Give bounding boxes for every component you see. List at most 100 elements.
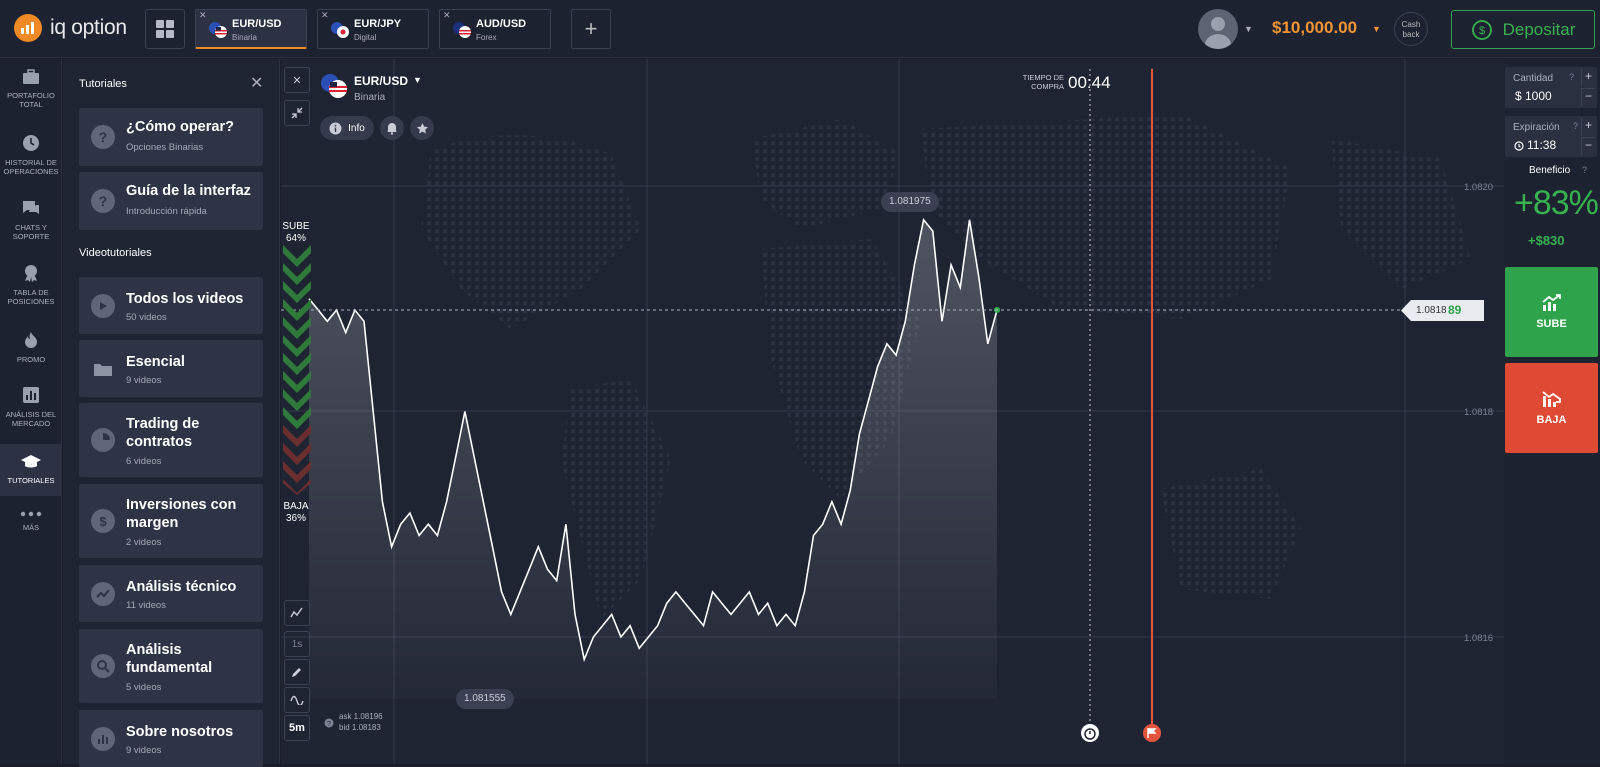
sentiment-bar [283,245,311,495]
balance-chevron-down-icon[interactable]: ▼ [1372,24,1381,34]
avatar-chevron-down-icon[interactable]: ▼ [1244,24,1253,34]
deposit-button[interactable]: $ Depositar [1451,10,1595,49]
bell-icon [387,122,397,135]
close-icon[interactable]: ✕ [250,73,263,93]
sentiment-down: BAJA 36% [281,501,311,525]
question-icon[interactable]: ? [324,718,334,728]
eu-jp-flag-icon [331,22,349,38]
tutorial-card-how-to-trade[interactable]: ? ¿Cómo operar? Opciones Binarias [79,108,263,166]
ask-price: ask 1.08196 [339,712,383,721]
card-title: Todos los videos [126,291,244,307]
collapse-chart-button[interactable] [284,100,310,126]
buy-down-label: BAJA [1536,414,1567,426]
logo[interactable]: iq option [14,14,127,42]
add-tab-button[interactable]: + [571,9,611,49]
asset-tab-audusd[interactable]: ✕ AUD/USD Forex [439,9,551,49]
nav-chat-support[interactable]: CHATS Y SOPORTE [0,199,62,254]
tutorial-card-margin-investments[interactable]: $ Inversiones con margen 2 videos [79,484,263,558]
close-tab-icon[interactable]: ✕ [443,10,451,21]
card-subtitle: 9 videos [126,745,162,756]
tutorial-card-about-us[interactable]: Sobre nosotros 9 videos [79,710,263,767]
nav-tutorials[interactable]: TUTORIALES [0,444,62,496]
nav-market-analysis[interactable]: ANÁLISIS DEL MERCADO [0,386,62,441]
plus-icon: + [584,16,598,41]
all-assets-grid-button[interactable] [145,9,185,49]
drawing-tools-button[interactable] [284,659,310,685]
asset-tab-eurjpy[interactable]: ✕ EUR/JPY Digital [317,9,429,49]
asset-type: Binaria [354,92,386,103]
decrease-amount-button[interactable]: − [1581,88,1595,106]
eu-us-flag-icon [321,74,347,98]
tutorial-card-all-videos[interactable]: Todos los videos 50 videos [79,277,263,334]
nav-promo[interactable]: PROMO [0,331,62,371]
nav-more[interactable]: MÁS [0,511,62,551]
tutorial-card-contract-trading[interactable]: Trading de contratos 6 videos [79,403,263,477]
nav-total-portfolio[interactable]: PORTAFOLIO TOTAL [0,69,62,124]
asset-tab-eurusd[interactable]: ✕ EUR/USD Binaria [195,9,307,49]
amount-value[interactable]: $ 1000 [1515,89,1552,103]
high-price-label: 1.081975 [881,192,939,212]
timeframe-5m-button[interactable]: 5m [284,715,310,741]
balance[interactable]: $10,000.00 [1272,18,1357,38]
nav-label: PROMO [16,355,46,364]
nav-leaderboard[interactable]: TABLA DE POSICIONES [0,264,62,319]
decrease-expiry-button[interactable]: − [1581,137,1595,155]
card-title: Análisis fundamental [126,642,213,676]
card-subtitle: 11 videos [126,600,166,611]
trend-icon [91,582,115,606]
price-chart[interactable]: 1.0820 1.0818 1.0816 [281,59,1504,764]
timeframe-1s-button[interactable]: 1s [284,631,310,657]
favorite-button[interactable] [410,116,434,140]
profit-label: Beneficio [1529,165,1571,176]
chart-area[interactable]: 1.0820 1.0818 1.0816 ✕ EUR/USD ▼ Binaria… [281,59,1504,764]
alerts-button[interactable] [380,116,404,140]
help-icon[interactable]: ? [1573,121,1578,131]
top-bar: iq option ✕ EUR/USD Binaria ✕ EUR/JPY Di… [0,0,1600,58]
trade-panel: Cantidad ? $ 1000 + − Expiración ? 11:38… [1504,59,1600,764]
buy-up-button[interactable]: SUBE [1505,267,1598,357]
profit-percentage: +83% [1514,184,1599,222]
sentiment-up: SUBE 64% [281,221,311,245]
tutorial-card-fundamental-analysis[interactable]: Análisis fundamental 5 videos [79,629,263,703]
left-nav: PORTAFOLIO TOTAL HISTORIAL DE OPERACIONE… [0,59,62,764]
tutorial-card-technical-analysis[interactable]: Análisis técnico 11 videos [79,565,263,622]
info-button[interactable]: Info [320,116,374,140]
briefcase-icon [23,69,39,84]
eu-us-flag-icon [209,22,227,38]
svg-text:?: ? [327,721,331,728]
iq-option-logo-icon [14,14,42,42]
tutorial-card-interface-guide[interactable]: ? Guía de la interfaz Introducción rápid… [79,172,263,230]
increase-amount-button[interactable]: + [1581,69,1595,87]
avatar[interactable] [1198,9,1238,49]
y-tick-label: 1.0820 [1464,182,1493,193]
close-tab-icon[interactable]: ✕ [321,10,329,21]
finish-flag-icon [1143,724,1161,742]
star-icon [416,122,428,133]
help-icon[interactable]: ? [1569,72,1574,82]
expiry-value[interactable]: 11:38 [1527,138,1556,152]
card-subtitle: Introducción rápida [126,206,207,217]
help-icon[interactable]: ? [1582,165,1587,175]
trend-up-icon [1541,294,1561,311]
tutorial-card-essential[interactable]: Esencial 9 videos [79,340,263,397]
expiry-field[interactable]: Expiración ? 11:38 + − [1505,116,1597,157]
expiry-label: Expiración [1513,122,1560,133]
nav-trade-history[interactable]: HISTORIAL DE OPERACIONES [0,134,62,189]
nav-label: ANÁLISIS DEL MERCADO [5,410,57,428]
close-tab-icon[interactable]: ✕ [199,10,207,21]
nav-label: TUTORIALES [7,476,55,485]
close-chart-button[interactable]: ✕ [284,67,310,93]
ask-bid-prices: ask 1.08196 bid 1.08183 [339,711,383,733]
increase-expiry-button[interactable]: + [1581,118,1595,136]
buy-down-button[interactable]: BAJA [1505,363,1598,453]
indicators-button[interactable] [284,687,310,713]
card-subtitle: Opciones Binarias [126,142,204,153]
info-label: Info [348,122,365,134]
question-icon: ? [91,189,115,213]
cashback-button[interactable]: Cash back [1394,12,1428,46]
chart-type-button[interactable] [284,600,310,626]
amount-field[interactable]: Cantidad ? $ 1000 + − [1505,67,1597,108]
bar-chart-icon [23,387,39,403]
tab-asset-name: EUR/JPY [354,18,402,30]
bid-price: bid 1.08183 [339,723,381,732]
